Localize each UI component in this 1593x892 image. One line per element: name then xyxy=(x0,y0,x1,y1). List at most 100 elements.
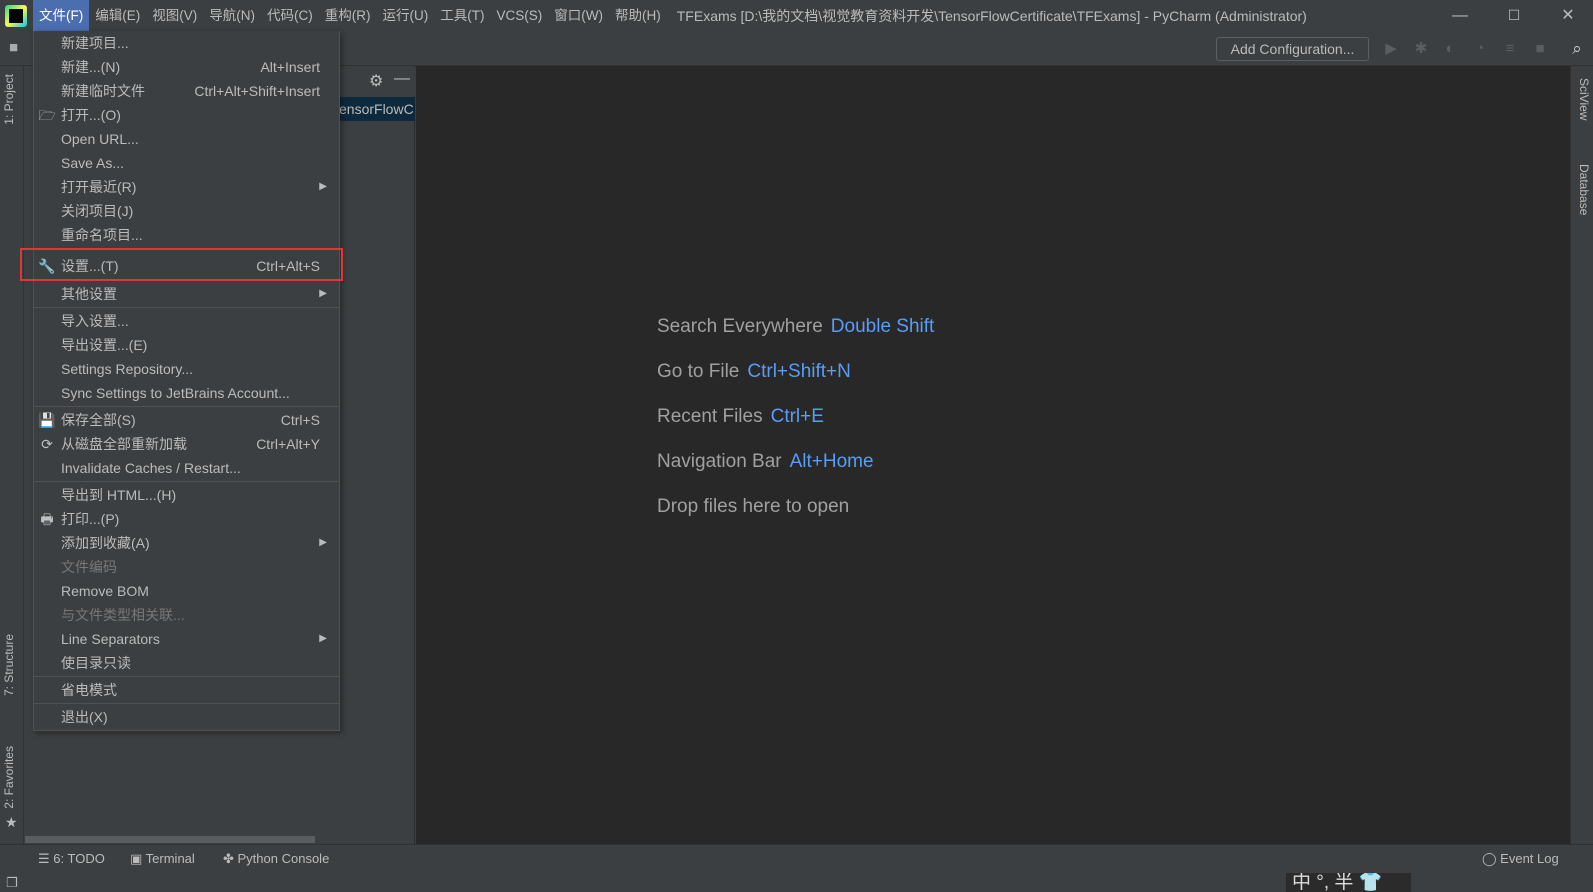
debug-icon[interactable]: ✱ xyxy=(1412,40,1430,58)
file-menu-item[interactable]: 💾 保存全部(S) Ctrl+S xyxy=(34,408,339,432)
print-icon: 🖶 xyxy=(40,511,54,527)
ime-toolbar[interactable]: 中 °, 半 👕 xyxy=(1286,873,1411,892)
file-menu-item[interactable]: Remove BOM xyxy=(34,579,339,603)
hint-label: Navigation Bar xyxy=(657,451,782,472)
menu-separator xyxy=(34,406,339,407)
file-menu-item[interactable]: 导出到 HTML...(H) xyxy=(34,483,339,507)
menu-item-label: 省电模式 xyxy=(61,682,117,698)
file-menu-item[interactable]: 🖶 打印...(P) xyxy=(34,507,339,531)
stop-icon[interactable]: ■ xyxy=(1531,40,1549,58)
editor-empty-area[interactable]: Search Everywhere Double Shift Go to File C… xyxy=(416,66,1570,844)
menu-item-label: Remove BOM xyxy=(61,583,149,599)
menu-item-label: 新建临时文件 xyxy=(61,83,145,99)
file-menu-item[interactable]: 重命名项目... xyxy=(34,223,339,247)
profile-icon[interactable]: ◔ xyxy=(1471,40,1489,58)
hint-label: Recent Files xyxy=(657,406,763,427)
gear-icon[interactable]: ⚙ xyxy=(369,71,383,91)
menu-item-label: 新建...(N) xyxy=(61,59,121,75)
menu-3[interactable]: 导航(N) xyxy=(203,0,261,31)
file-menu-item[interactable]: 导出设置...(E) xyxy=(34,333,339,357)
file-menu-item[interactable]: ⟳ 从磁盘全部重新加载 Ctrl+Alt+Y xyxy=(34,432,339,456)
file-menu-item[interactable]: 新建临时文件 Ctrl+Alt+Shift+Insert xyxy=(34,79,339,103)
file-menu-item[interactable]: 新建...(N) Alt+Insert xyxy=(34,55,339,79)
file-menu-item[interactable]: Save As... xyxy=(34,151,339,175)
python-icon: ✤ xyxy=(223,851,238,866)
menu-6[interactable]: 运行(U) xyxy=(377,0,435,31)
menu-9[interactable]: 窗口(W) xyxy=(548,0,609,31)
file-menu-item[interactable]: 关闭项目(J) xyxy=(34,199,339,223)
search-icon[interactable]: ⌕ xyxy=(1568,40,1586,58)
tab-terminal[interactable]: ▣ Terminal xyxy=(130,851,195,867)
hint-shortcut: Ctrl+Shift+N xyxy=(747,361,851,382)
highlight-box xyxy=(20,248,343,281)
file-menu-item[interactable]: Open URL... xyxy=(34,127,339,151)
editor-hint: Search Everywhere Double Shift xyxy=(657,316,934,338)
folder-open-icon: 🗁 xyxy=(38,107,56,123)
menu-item-shortcut: Ctrl+Alt+Y xyxy=(256,436,320,452)
file-menu-item[interactable]: Settings Repository... xyxy=(34,357,339,381)
hint-label: Search Everywhere xyxy=(657,316,823,337)
menu-item-label: Settings Repository... xyxy=(61,361,194,377)
file-menu-item[interactable]: Invalidate Caches / Restart... xyxy=(34,456,339,480)
event-log-button[interactable]: ◯ Event Log xyxy=(1482,851,1559,867)
menu-item-label: Line Separators xyxy=(61,631,160,647)
tab-favorites[interactable]: 2: Favorites xyxy=(2,746,16,809)
file-menu-item[interactable]: 导入设置... xyxy=(34,309,339,333)
tab-terminal-label: Terminal xyxy=(145,851,195,866)
file-menu-item[interactable]: 退出(X) xyxy=(34,705,339,729)
menu-item-shortcut: Ctrl+S xyxy=(280,412,320,428)
file-menu-item[interactable]: 打开最近(R) ▶ xyxy=(34,175,339,199)
file-menu-item[interactable]: 其他设置 ▶ xyxy=(34,282,339,306)
title-bar: 文件(F) 编辑(E) 视图(V) 导航(N) 代码(C) 重构(R) 运行(U) 工具(T)… xyxy=(0,0,1593,31)
menu-item-label: 添加到收藏(A) xyxy=(61,535,150,551)
file-menu-item[interactable]: Line Separators ▶ xyxy=(34,627,339,651)
menu-item-label: 使目录只读 xyxy=(61,655,131,671)
tab-structure[interactable]: 7: Structure xyxy=(2,634,16,696)
menu-4[interactable]: 代码(C) xyxy=(261,0,319,31)
menu-7[interactable]: 工具(T) xyxy=(434,0,490,31)
horizontal-scrollbar[interactable] xyxy=(25,836,315,843)
minimize-panel-icon[interactable]: — xyxy=(394,70,410,88)
menu-0[interactable]: 文件(F) xyxy=(33,0,90,31)
tab-todo[interactable]: ☰ 6: TODO xyxy=(38,851,105,867)
tab-todo-label: 6: TODO xyxy=(53,851,105,866)
run-icon[interactable]: ▶ xyxy=(1382,40,1400,58)
menu-item-label: 打开...(O) xyxy=(61,107,121,123)
file-menu-item: 与文件类型相关联... xyxy=(34,603,339,627)
tab-database[interactable]: Database xyxy=(1577,164,1591,215)
menu-5[interactable]: 重构(R) xyxy=(319,0,377,31)
refresh-icon: ⟳ xyxy=(41,436,53,452)
menu-8[interactable]: VCS(S) xyxy=(491,0,549,31)
close-button[interactable]: ✕ xyxy=(1545,0,1591,31)
tab-python-console[interactable]: ✤ Python Console xyxy=(223,851,329,867)
menu-item-label: 文件编码 xyxy=(61,559,117,575)
menu-item-label: 导出设置...(E) xyxy=(61,337,148,353)
coverage-icon[interactable]: ◐ xyxy=(1441,40,1459,58)
menu-10[interactable]: 帮助(H) xyxy=(609,0,667,31)
left-tool-stripe: 1: Project 7: Structure 2: Favorites ★ xyxy=(0,66,24,844)
file-menu-item[interactable]: Sync Settings to JetBrains Account... xyxy=(34,381,339,405)
project-tree-selected-item[interactable]: ensorFlowC xyxy=(339,97,415,121)
concurrency-icon[interactable]: ≡ xyxy=(1501,40,1519,58)
menu-item-label: Sync Settings to JetBrains Account... xyxy=(61,385,290,401)
submenu-arrow-icon: ▶ xyxy=(319,633,327,644)
submenu-arrow-icon: ▶ xyxy=(319,537,327,548)
tab-project[interactable]: 1: Project xyxy=(2,74,16,125)
menu-2[interactable]: 视图(V) xyxy=(146,0,203,31)
editor-hint: Go to File Ctrl+Shift+N xyxy=(657,361,851,383)
file-menu-item[interactable]: 添加到收藏(A) ▶ xyxy=(34,531,339,555)
add-configuration-button[interactable]: Add Configuration... xyxy=(1216,37,1369,61)
tab-sciview[interactable]: SciView xyxy=(1577,78,1591,120)
layout-toggle-icon[interactable]: ❐ xyxy=(6,875,18,891)
file-menu-item[interactable]: 省电模式 xyxy=(34,678,339,702)
maximize-button[interactable]: ☐ xyxy=(1491,0,1537,31)
menu-1[interactable]: 编辑(E) xyxy=(89,0,146,31)
file-menu-item[interactable]: 新建项目... xyxy=(34,31,339,55)
file-menu-item[interactable]: 🗁 打开...(O) xyxy=(34,103,339,127)
speech-bubble-icon: ◯ xyxy=(1482,851,1501,866)
save-icon: 💾 xyxy=(38,412,56,428)
minimize-button[interactable]: — xyxy=(1437,0,1483,31)
folder-icon[interactable]: ■ xyxy=(9,39,18,56)
file-menu-item[interactable]: 使目录只读 xyxy=(34,651,339,675)
pycharm-logo xyxy=(5,4,27,27)
